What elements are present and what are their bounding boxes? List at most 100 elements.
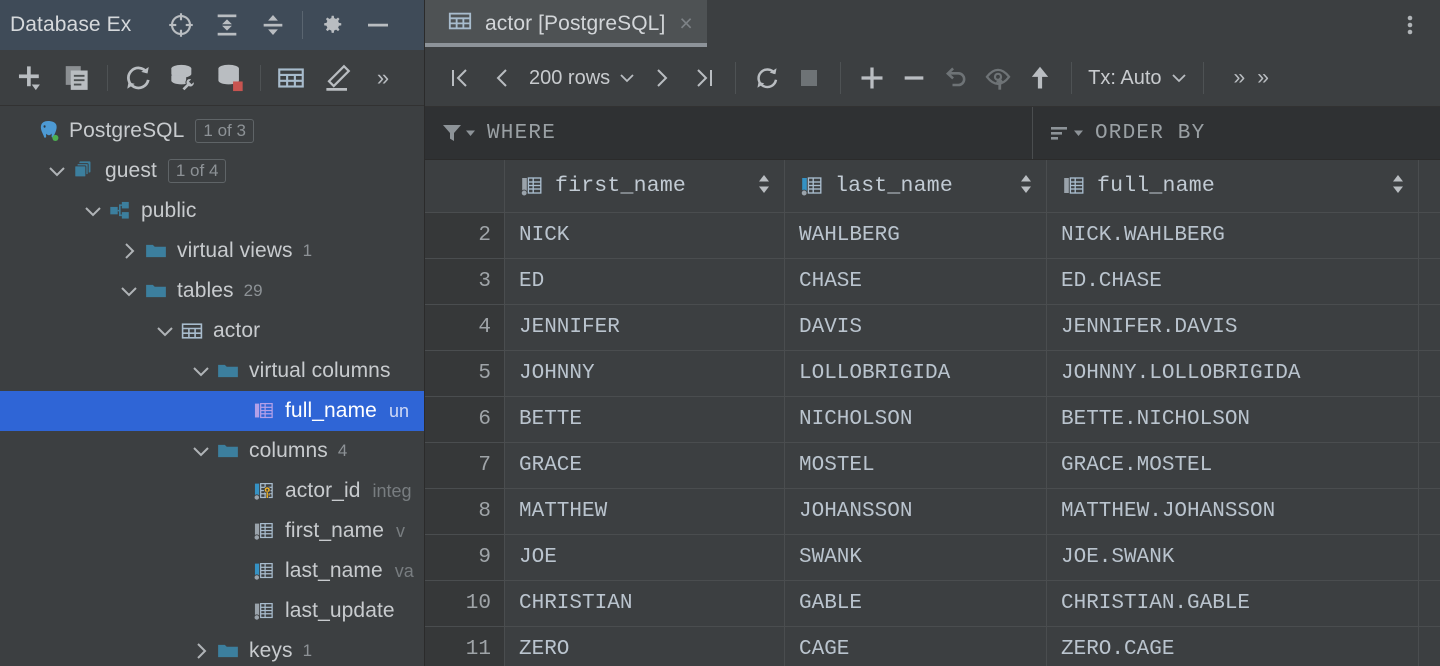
chevron-right-icon[interactable] xyxy=(186,631,216,666)
delete-row-button[interactable] xyxy=(893,56,935,100)
copy-icon[interactable] xyxy=(54,55,100,101)
cell-full-name[interactable]: JOHNNY.LOLLOBRIGIDA xyxy=(1047,351,1419,396)
row-number[interactable]: 5 xyxy=(425,351,505,396)
filter-icon[interactable] xyxy=(441,121,475,145)
table-row[interactable]: 8 MATTHEW JOHANSSON MATTHEW.JOHANSSON xyxy=(425,489,1440,535)
table-row[interactable]: 7 GRACE MOSTEL GRACE.MOSTEL xyxy=(425,443,1440,489)
cell-first-name[interactable]: GRACE xyxy=(505,443,785,488)
chevron-down-icon[interactable] xyxy=(150,311,180,351)
prev-page-button[interactable] xyxy=(481,56,523,100)
gear-icon[interactable] xyxy=(309,3,355,47)
cell-last-name[interactable]: DAVIS xyxy=(785,305,1047,350)
grid-column-header-first-name[interactable]: first_name xyxy=(505,160,785,212)
cell-last-name[interactable]: SWANK xyxy=(785,535,1047,580)
row-number[interactable]: 9 xyxy=(425,535,505,580)
table-row[interactable]: 11 ZERO CAGE ZERO.CAGE xyxy=(425,627,1440,666)
table-row[interactable]: 6 BETTE NICHOLSON BETTE.NICHOLSON xyxy=(425,397,1440,443)
sort-toggle-icon[interactable] xyxy=(1390,172,1406,201)
chevron-double-right-icon[interactable]: » xyxy=(360,55,406,101)
row-number[interactable]: 6 xyxy=(425,397,505,442)
cell-full-name[interactable]: JOE.SWANK xyxy=(1047,535,1419,580)
cell-full-name[interactable]: BETTE.NICHOLSON xyxy=(1047,397,1419,442)
row-number[interactable]: 11 xyxy=(425,627,505,666)
cell-full-name[interactable]: ZERO.CAGE xyxy=(1047,627,1419,666)
cell-last-name[interactable]: JOHANSSON xyxy=(785,489,1047,534)
cell-first-name[interactable]: NICK xyxy=(505,213,785,258)
sidebar-item-columns[interactable]: columns 4 xyxy=(0,431,425,471)
overflow-chevron-1-icon[interactable]: » xyxy=(1234,66,1246,90)
cell-full-name[interactable]: JENNIFER.DAVIS xyxy=(1047,305,1419,350)
grid-body[interactable]: 2 NICK WAHLBERG NICK.WAHLBERG 3 ED CHASE ED.CHA… xyxy=(425,213,1440,666)
cell-full-name[interactable]: NICK.WAHLBERG xyxy=(1047,213,1419,258)
sort-icon[interactable] xyxy=(1049,121,1083,145)
row-number[interactable]: 10 xyxy=(425,581,505,626)
sidebar-item-actor[interactable]: actor xyxy=(0,311,425,351)
panel-splitter[interactable] xyxy=(424,0,425,666)
stop-icon[interactable] xyxy=(788,56,830,100)
cell-first-name[interactable]: CHRISTIAN xyxy=(505,581,785,626)
sidebar-item-postgresql[interactable]: PostgreSQL 1 of 3 xyxy=(0,111,425,151)
overflow-chevron-2-icon[interactable]: » xyxy=(1257,66,1269,90)
sidebar-item-actor-id[interactable]: actor_id integ xyxy=(0,471,425,511)
cell-full-name[interactable]: CHRISTIAN.GABLE xyxy=(1047,581,1419,626)
cell-last-name[interactable]: CAGE xyxy=(785,627,1047,666)
cell-first-name[interactable]: ED xyxy=(505,259,785,304)
cell-first-name[interactable]: MATTHEW xyxy=(505,489,785,534)
cell-first-name[interactable]: JENNIFER xyxy=(505,305,785,350)
row-number[interactable]: 2 xyxy=(425,213,505,258)
sidebar-item-tables[interactable]: tables 29 xyxy=(0,271,425,311)
sidebar-item-virtual-columns[interactable]: virtual columns xyxy=(0,351,425,391)
kebab-menu-icon[interactable] xyxy=(1390,4,1430,46)
sort-toggle-icon[interactable] xyxy=(756,172,772,201)
collapse-all-icon[interactable] xyxy=(250,3,296,47)
refresh-icon[interactable] xyxy=(115,55,161,101)
cell-first-name[interactable]: JOE xyxy=(505,535,785,580)
cell-full-name[interactable]: MATTHEW.JOHANSSON xyxy=(1047,489,1419,534)
preview-changes-icon[interactable] xyxy=(977,56,1019,100)
cell-last-name[interactable]: MOSTEL xyxy=(785,443,1047,488)
table-row[interactable]: 2 NICK WAHLBERG NICK.WAHLBERG xyxy=(425,213,1440,259)
chevron-down-icon[interactable] xyxy=(186,431,216,471)
row-number[interactable]: 7 xyxy=(425,443,505,488)
next-page-button[interactable] xyxy=(641,56,683,100)
sidebar-item-full-name[interactable]: full_name un xyxy=(0,391,425,431)
cell-last-name[interactable]: CHASE xyxy=(785,259,1047,304)
chevron-down-icon[interactable] xyxy=(42,151,72,191)
revert-icon[interactable] xyxy=(935,56,977,100)
where-filter[interactable]: WHERE xyxy=(425,107,1033,159)
grid-header-gutter[interactable] xyxy=(425,160,505,212)
transaction-mode-selector[interactable]: Tx: Auto xyxy=(1082,67,1192,90)
submit-icon[interactable] xyxy=(1019,56,1061,100)
table-icon[interactable] xyxy=(268,55,314,101)
grid-column-header-last-name[interactable]: last_name xyxy=(785,160,1047,212)
sidebar-item-guest[interactable]: guest 1 of 4 xyxy=(0,151,425,191)
sidebar-item-virtual-views[interactable]: virtual views 1 xyxy=(0,231,425,271)
row-number[interactable]: 3 xyxy=(425,259,505,304)
chevron-down-icon[interactable] xyxy=(78,191,108,231)
table-row[interactable]: 3 ED CHASE ED.CHASE xyxy=(425,259,1440,305)
table-row[interactable]: 5 JOHNNY LOLLOBRIGIDA JOHNNY.LOLLOBRIGIDA xyxy=(425,351,1440,397)
cell-last-name[interactable]: WAHLBERG xyxy=(785,213,1047,258)
cell-last-name[interactable]: LOLLOBRIGIDA xyxy=(785,351,1047,396)
add-icon[interactable] xyxy=(8,55,54,101)
database-stop-icon[interactable] xyxy=(207,55,253,101)
sidebar-item-keys[interactable]: keys 1 xyxy=(0,631,425,666)
cell-last-name[interactable]: NICHOLSON xyxy=(785,397,1047,442)
cell-full-name[interactable]: ED.CHASE xyxy=(1047,259,1419,304)
table-row[interactable]: 10 CHRISTIAN GABLE CHRISTIAN.GABLE xyxy=(425,581,1440,627)
chevron-down-icon[interactable] xyxy=(114,271,144,311)
cell-full-name[interactable]: GRACE.MOSTEL xyxy=(1047,443,1419,488)
chevron-right-icon[interactable] xyxy=(114,231,144,271)
sidebar-item-first-name[interactable]: first_name v xyxy=(0,511,425,551)
reload-icon[interactable] xyxy=(746,56,788,100)
datasource-properties-icon[interactable] xyxy=(161,55,207,101)
tab-actor[interactable]: actor [PostgreSQL] × xyxy=(425,0,707,47)
edit-data-icon[interactable] xyxy=(314,55,360,101)
sidebar-item-last-update[interactable]: last_update xyxy=(0,591,425,631)
table-row[interactable]: 9 JOE SWANK JOE.SWANK xyxy=(425,535,1440,581)
sidebar-item-public[interactable]: public xyxy=(0,191,425,231)
chevron-down-icon[interactable] xyxy=(186,351,216,391)
order-by-filter[interactable]: ORDER BY xyxy=(1033,107,1440,159)
sort-toggle-icon[interactable] xyxy=(1018,172,1034,201)
expand-all-icon[interactable] xyxy=(204,3,250,47)
